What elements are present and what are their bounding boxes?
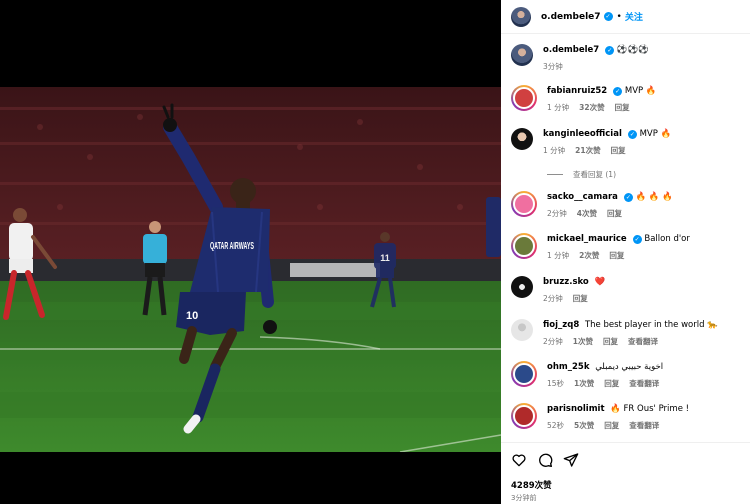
comment-text: MVP 🔥 [624, 86, 657, 96]
comment-text: ❤️ [594, 277, 606, 287]
comment-text: The best player in the world 🐆 [584, 320, 718, 330]
comment-username[interactable]: sacko__camara [547, 192, 618, 202]
comment-item: sacko__camara ✓ 🔥 🔥 🔥 2分钟 4次赞 回复 [511, 191, 746, 219]
comment-item: fioj_zq8 The best player in the world 🐆 … [511, 319, 746, 347]
comment-item: fabianruiz52 ✓ MVP 🔥 1 分钟 32次赞 回复 [511, 85, 746, 113]
comment-item: kanginleeofficial ✓ MVP 🔥 1 分钟 21次赞 回复 [511, 128, 746, 156]
caption: o.dembele7 ✓ ⚽⚽⚽ 3分钟 [511, 44, 746, 72]
comment-text: اخوية حبيبي ديمبلي [595, 362, 664, 372]
comment-text: 🔥 🔥 🔥 [635, 192, 673, 202]
comment-time: 52秒 [547, 421, 565, 430]
verified-icon: ✓ [613, 87, 623, 96]
comment-likes[interactable]: 1次赞 [574, 378, 594, 389]
translate-button[interactable]: 查看翻译 [628, 336, 658, 347]
verified-icon: ✓ [623, 193, 633, 202]
comment-item: bruzz.sko ❤️ 2分钟 回复 [511, 276, 746, 304]
verified-icon: ✓ [632, 235, 642, 244]
separator-dot: • [616, 11, 622, 22]
comment-likes[interactable]: 4次赞 [577, 208, 597, 219]
reply-button[interactable]: 回复 [603, 336, 618, 347]
reply-button[interactable]: 回复 [615, 102, 630, 113]
comment-item: ohm_25k اخوية حبيبي ديمبلي 15秒 1次赞 回复 查看翻译 [511, 361, 746, 389]
comment-likes[interactable]: 32次赞 [579, 102, 604, 113]
comment-text: 🔥 FR Ous' Prime ! [610, 404, 690, 414]
comment-time: 2分钟 [547, 209, 567, 218]
translate-button[interactable]: 查看翻译 [629, 420, 659, 431]
comment-time: 1 分钟 [547, 251, 570, 260]
share-icon[interactable] [563, 452, 579, 468]
replies-line [547, 174, 563, 175]
comment-username[interactable]: bruzz.sko [543, 277, 589, 287]
shirt-sponsor-text: QATAR AIRWAYS [210, 241, 254, 252]
verified-icon: ✓ [605, 46, 615, 55]
shorts-number: 10 [186, 310, 198, 322]
comments-list[interactable]: o.dembele7 ✓ ⚽⚽⚽ 3分钟 fabianruiz52 ✓ MVP 🔥 … [501, 34, 750, 442]
commenter-avatar[interactable] [511, 276, 533, 298]
reply-button[interactable]: 回复 [604, 420, 619, 431]
comment-time: 15秒 [547, 379, 565, 388]
commenter-avatar[interactable] [511, 191, 537, 217]
post-photo[interactable]: 11 QATAR AIRWAYS 10 [0, 87, 501, 452]
comment-text: Ballon d'or [644, 234, 690, 244]
commenter-avatar[interactable] [511, 233, 537, 259]
comment-username[interactable]: fioj_zq8 [543, 320, 579, 330]
view-replies-button[interactable]: 查看回复 (1) [547, 169, 616, 180]
heart-icon[interactable] [511, 452, 527, 468]
comment-time: 2分钟 [543, 337, 563, 346]
comment-username[interactable]: ohm_25k [547, 362, 589, 372]
translate-button[interactable]: 查看翻译 [629, 378, 659, 389]
reply-button[interactable]: 回复 [607, 208, 622, 219]
commenter-avatar[interactable] [511, 128, 533, 150]
comment-likes[interactable]: 21次赞 [575, 145, 600, 156]
post-header: o.dembele7 ✓ • 关注 [501, 0, 750, 34]
comment-icon[interactable] [537, 452, 553, 468]
commenter-avatar[interactable] [511, 361, 537, 387]
author-username[interactable]: o.dembele7 [541, 12, 601, 22]
view-replies-label: 查看回复 (1) [573, 170, 617, 179]
caption-text: ⚽⚽⚽ [616, 45, 649, 55]
comment-item: mickael_maurice ✓ Ballon d'or 1 分钟 2次赞 回复 [511, 233, 746, 261]
likes-count[interactable]: 4289次赞 [511, 479, 552, 491]
caption-time: 3分钟 [543, 62, 563, 71]
follow-button[interactable]: 关注 [625, 10, 643, 23]
comment-time: 2分钟 [543, 294, 563, 303]
reply-button[interactable]: 回复 [611, 145, 626, 156]
commenter-avatar[interactable] [511, 403, 537, 429]
reply-button[interactable]: 回复 [609, 250, 624, 261]
reply-button[interactable]: 回复 [604, 378, 619, 389]
author-avatar[interactable] [511, 44, 533, 66]
commenter-avatar[interactable] [511, 85, 537, 111]
comment-time: 1 分钟 [547, 103, 570, 112]
caption-username[interactable]: o.dembele7 [543, 45, 599, 55]
verified-icon: ✓ [627, 130, 637, 139]
comment-time: 1 分钟 [543, 146, 566, 155]
comment-username[interactable]: kanginleeofficial [543, 129, 622, 139]
reply-button[interactable]: 回复 [573, 293, 588, 304]
comment-text: MVP 🔥 [639, 129, 672, 139]
post-time: 3分钟前 [511, 494, 537, 502]
comment-username[interactable]: fabianruiz52 [547, 86, 607, 96]
comment-item: parisnolimit 🔥 FR Ous' Prime ! 52秒 5次赞 回复查… [511, 403, 746, 431]
back-number: 11 [380, 253, 390, 263]
commenter-avatar[interactable] [511, 319, 533, 341]
comment-likes[interactable]: 5次赞 [574, 420, 594, 431]
comment-username[interactable]: parisnolimit [547, 404, 605, 414]
comment-likes[interactable]: 1次赞 [573, 336, 593, 347]
comment-likes[interactable]: 2次赞 [579, 250, 599, 261]
author-avatar[interactable] [511, 6, 531, 27]
post-actions: 4289次赞 3分钟前 [501, 442, 750, 504]
football-celebration-image: 11 QATAR AIRWAYS 10 [0, 87, 501, 452]
post-sidebar: o.dembele7 ✓ • 关注 o.dembele7 ✓ ⚽⚽⚽ 3分钟 fa… [501, 0, 750, 504]
verified-icon: ✓ [603, 12, 613, 21]
comment-username[interactable]: mickael_maurice [547, 234, 627, 244]
